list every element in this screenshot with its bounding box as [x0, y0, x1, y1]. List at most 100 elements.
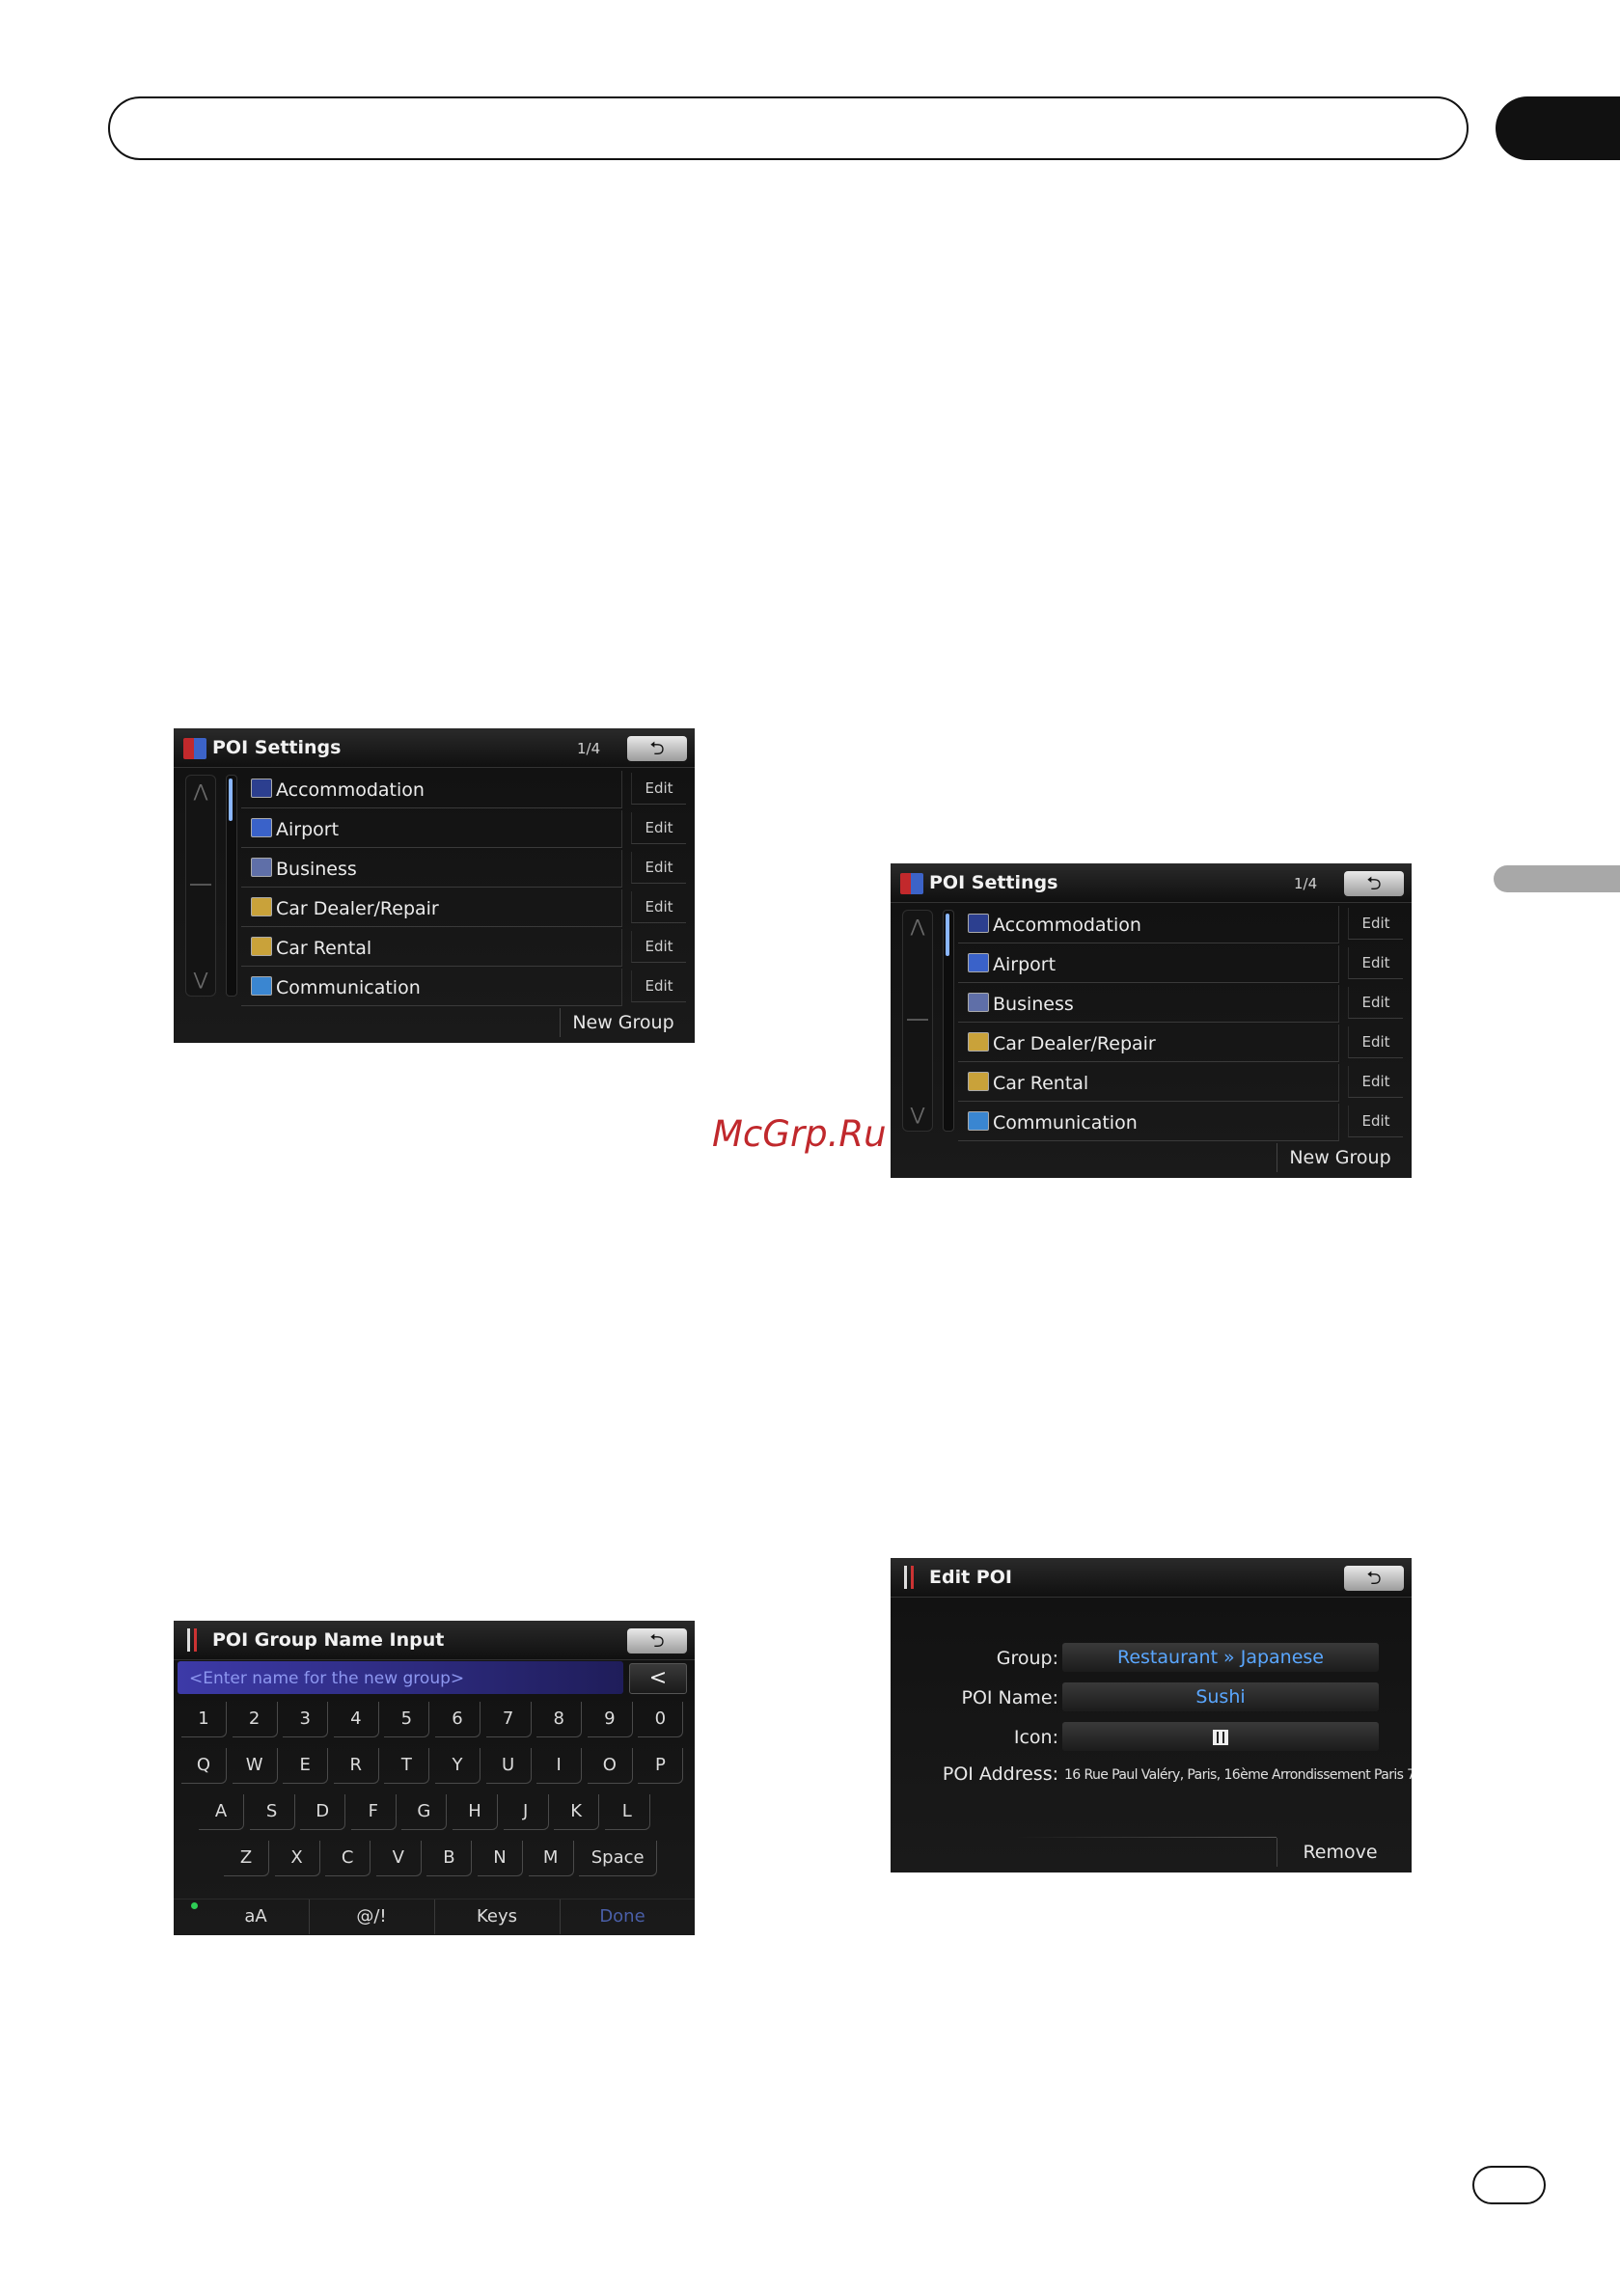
- title-bar: POI Group Name Input ⮌: [174, 1621, 695, 1660]
- key-4[interactable]: 4: [333, 1702, 379, 1737]
- new-group-button[interactable]: New Group: [1277, 1143, 1403, 1172]
- poi-settings-screen: POI Settings 1/4 ⮌ ⋀ ⋁ Accommodation Edit…: [174, 728, 695, 1043]
- space-key[interactable]: Space: [579, 1841, 658, 1876]
- key-2[interactable]: 2: [232, 1702, 278, 1737]
- edit-button[interactable]: Edit: [1348, 908, 1403, 940]
- back-arrow-icon: ⮌: [1366, 873, 1382, 894]
- poi-category-row[interactable]: Communication: [958, 1104, 1339, 1141]
- key-y[interactable]: Y: [435, 1748, 481, 1784]
- poi-category-row[interactable]: Airport: [241, 810, 622, 848]
- edit-button[interactable]: Edit: [631, 891, 686, 923]
- title-bar: POI Settings 1/4 ⮌: [891, 863, 1412, 903]
- key-8[interactable]: 8: [536, 1702, 583, 1737]
- key-3[interactable]: 3: [283, 1702, 329, 1737]
- key-a[interactable]: A: [199, 1794, 244, 1830]
- page-indicator: 1/4: [577, 740, 601, 757]
- poi-category-row[interactable]: Communication: [241, 969, 622, 1006]
- key-i[interactable]: I: [536, 1748, 583, 1784]
- key-s[interactable]: S: [249, 1794, 295, 1830]
- screen-title: Edit POI: [929, 1567, 1012, 1588]
- key-j[interactable]: J: [503, 1794, 549, 1830]
- poi-category-row[interactable]: Car Rental: [241, 929, 622, 967]
- scroll-up-icon[interactable]: ⋀: [186, 781, 215, 802]
- key-n[interactable]: N: [478, 1841, 523, 1876]
- key-f[interactable]: F: [350, 1794, 397, 1830]
- scrollbar-thumb[interactable]: [229, 779, 233, 821]
- edit-button[interactable]: Edit: [631, 773, 686, 805]
- key-7[interactable]: 7: [485, 1702, 532, 1737]
- key-0[interactable]: 0: [638, 1702, 684, 1737]
- key-c[interactable]: C: [325, 1841, 371, 1876]
- restaurant-icon: [1213, 1729, 1228, 1745]
- key-t[interactable]: T: [384, 1748, 430, 1784]
- done-button[interactable]: Done: [560, 1900, 685, 1934]
- key-b[interactable]: B: [426, 1841, 473, 1876]
- poi-category-row[interactable]: Airport: [958, 945, 1339, 983]
- key-k[interactable]: K: [554, 1794, 600, 1830]
- bed-icon: [968, 914, 989, 933]
- edit-button[interactable]: Edit: [1348, 1106, 1403, 1137]
- back-button[interactable]: ⮌: [1344, 871, 1404, 896]
- key-w[interactable]: W: [232, 1748, 278, 1784]
- poi-category-label: Car Rental: [993, 1073, 1089, 1094]
- edit-button[interactable]: Edit: [1348, 947, 1403, 979]
- key-q[interactable]: Q: [181, 1748, 227, 1784]
- poi-category-row[interactable]: Accommodation: [958, 906, 1339, 943]
- key-1[interactable]: 1: [181, 1702, 227, 1737]
- edit-button[interactable]: Edit: [631, 931, 686, 963]
- scroll-up-icon[interactable]: ⋀: [903, 916, 932, 937]
- poi-category-row[interactable]: Business: [241, 850, 622, 888]
- new-group-button[interactable]: New Group: [560, 1008, 686, 1037]
- poi-category-label: Airport: [993, 954, 1057, 975]
- group-name-input[interactable]: [187, 1665, 616, 1692]
- key-x[interactable]: X: [274, 1841, 320, 1876]
- icon-select-button[interactable]: [1062, 1722, 1379, 1751]
- keys-button[interactable]: Keys: [434, 1900, 561, 1934]
- key-r[interactable]: R: [333, 1748, 379, 1784]
- key-l[interactable]: L: [604, 1794, 650, 1830]
- poi-category-row[interactable]: Business: [958, 985, 1339, 1023]
- poi-name-button[interactable]: Sushi: [1062, 1682, 1379, 1711]
- poi-category-row[interactable]: Car Dealer/Repair: [241, 889, 622, 927]
- airport-icon: [968, 953, 989, 972]
- key-5[interactable]: 5: [384, 1702, 430, 1737]
- key-d[interactable]: D: [300, 1794, 346, 1830]
- edit-button[interactable]: Edit: [631, 812, 686, 844]
- poi-category-label: Car Rental: [276, 938, 372, 959]
- backspace-button[interactable]: <: [629, 1663, 687, 1694]
- case-toggle-button[interactable]: aA: [203, 1900, 310, 1934]
- remove-button[interactable]: Remove: [1277, 1838, 1403, 1867]
- poi-category-row[interactable]: Car Dealer/Repair: [958, 1025, 1339, 1062]
- edit-button[interactable]: Edit: [1348, 1066, 1403, 1098]
- key-6[interactable]: 6: [435, 1702, 481, 1737]
- poi-category-label: Business: [993, 994, 1074, 1015]
- key-9[interactable]: 9: [587, 1702, 633, 1737]
- symbols-button[interactable]: @/!: [309, 1900, 435, 1934]
- car-rental-icon: [968, 1072, 989, 1091]
- poi-category-row[interactable]: Car Rental: [958, 1064, 1339, 1102]
- key-e[interactable]: E: [283, 1748, 329, 1784]
- key-z[interactable]: Z: [224, 1841, 269, 1876]
- scroll-down-icon[interactable]: ⋁: [903, 1105, 932, 1125]
- edit-button[interactable]: Edit: [1348, 1026, 1403, 1058]
- edit-button[interactable]: Edit: [631, 852, 686, 884]
- key-h[interactable]: H: [453, 1794, 498, 1830]
- scrollbar-thumb[interactable]: [946, 914, 949, 956]
- page-header-bar: [108, 96, 1469, 160]
- poi-category-label: Business: [276, 859, 357, 880]
- key-o[interactable]: O: [587, 1748, 633, 1784]
- key-v[interactable]: V: [375, 1841, 422, 1876]
- scroll-down-icon[interactable]: ⋁: [186, 970, 215, 990]
- back-button[interactable]: ⮌: [627, 1628, 687, 1654]
- edit-button[interactable]: Edit: [631, 970, 686, 1002]
- poi-category-row[interactable]: Accommodation: [241, 771, 622, 808]
- poi-category-label: Airport: [276, 819, 340, 840]
- key-p[interactable]: P: [638, 1748, 684, 1784]
- edit-button[interactable]: Edit: [1348, 987, 1403, 1019]
- back-button[interactable]: ⮌: [627, 736, 687, 761]
- group-value-button[interactable]: Restaurant » Japanese: [1062, 1643, 1379, 1672]
- back-button[interactable]: ⮌: [1344, 1566, 1404, 1591]
- key-m[interactable]: M: [528, 1841, 574, 1876]
- key-u[interactable]: U: [485, 1748, 532, 1784]
- key-g[interactable]: G: [401, 1794, 448, 1830]
